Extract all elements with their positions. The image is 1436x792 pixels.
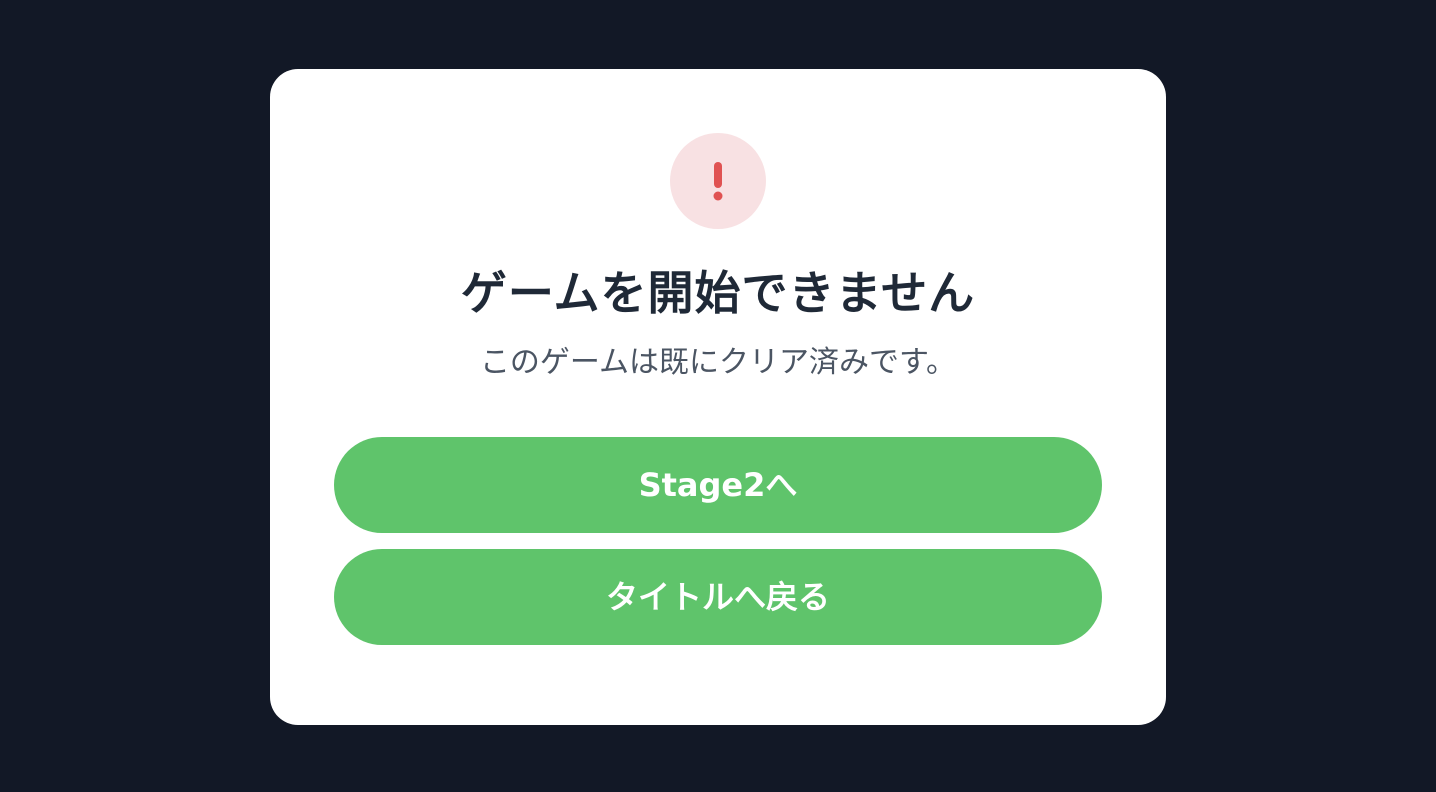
error-dialog: ゲームを開始できません このゲームは既にクリア済みです。 Stage2へ タイト… — [270, 69, 1166, 725]
next-stage-button[interactable]: Stage2へ — [334, 437, 1102, 533]
exclamation-icon — [670, 133, 766, 229]
dialog-message: このゲームは既にクリア済みです。 — [479, 345, 957, 380]
dialog-title: ゲームを開始できません — [460, 266, 976, 320]
back-to-title-button[interactable]: タイトルへ戻る — [334, 549, 1102, 645]
modal-overlay: ゲームを開始できません このゲームは既にクリア済みです。 Stage2へ タイト… — [0, 0, 1436, 792]
